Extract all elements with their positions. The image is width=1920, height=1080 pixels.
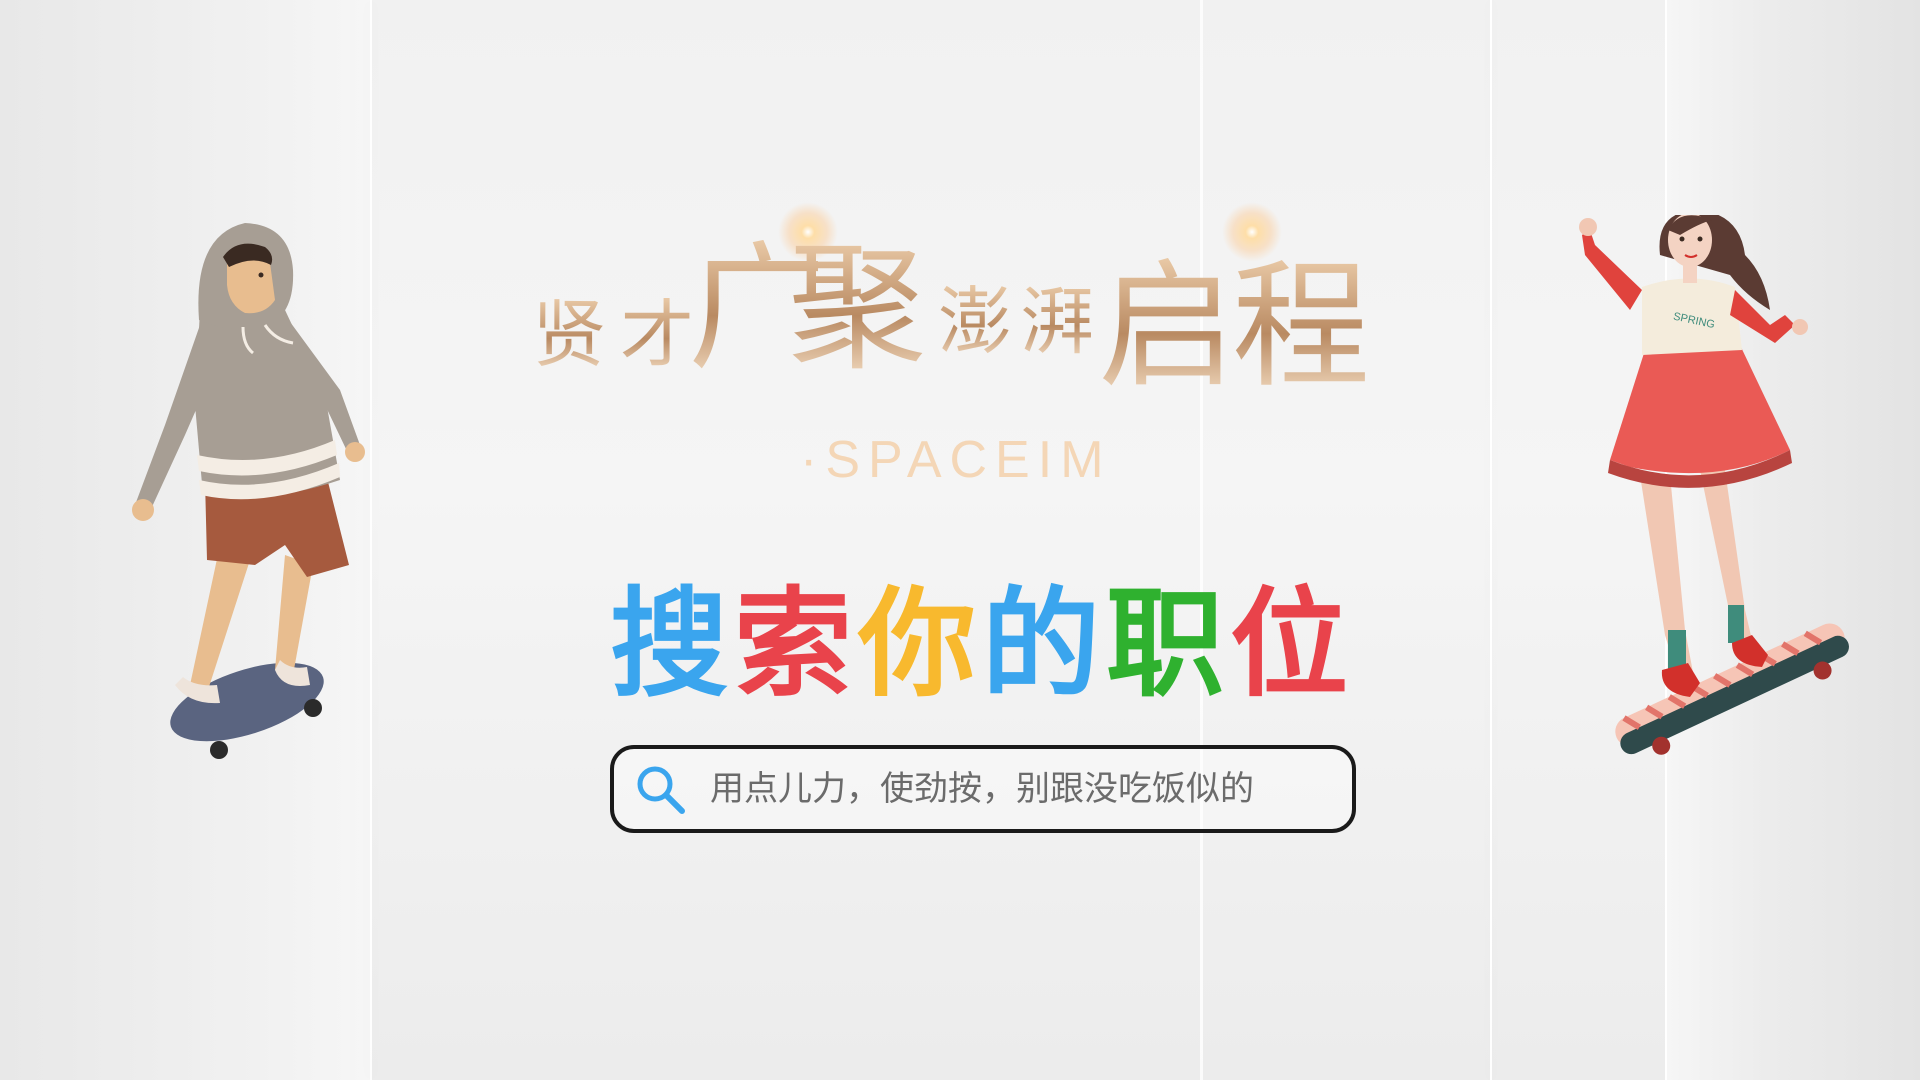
slogan-char: 职: [1105, 575, 1224, 713]
hero-char: 澎: [938, 279, 1012, 365]
slogan-char: 搜: [609, 575, 728, 713]
hero-char: 才: [620, 292, 694, 378]
background-light-strip: [1490, 0, 1492, 1080]
hero-char: 程: [1232, 246, 1371, 407]
hero-char: 启: [1098, 246, 1237, 407]
boy-skateboarder-illustration: [132, 223, 365, 759]
girl-skateboarder-illustration: SPRING: [1579, 215, 1849, 755]
search-input[interactable]: [708, 768, 1352, 810]
slogan-char: 的: [981, 575, 1100, 713]
hero-char: 聚: [788, 228, 927, 389]
background-light-strip: [1200, 0, 1203, 1080]
hero-char: 贤: [532, 292, 606, 378]
search-icon[interactable]: [630, 759, 690, 819]
search-bar[interactable]: [610, 745, 1356, 833]
slogan-char: 索: [733, 575, 852, 713]
hero-char: 湃: [1020, 279, 1094, 365]
slogan: 搜 索 你 的 职 位: [607, 585, 1351, 715]
slogan-char: 你: [857, 575, 976, 713]
slogan-char: 位: [1229, 575, 1348, 713]
hero-title: 贤 才 广 聚 澎 湃 启 程 ·SPACEIM: [520, 180, 1400, 500]
hero-subtitle: ·SPACEIM: [800, 431, 1112, 489]
